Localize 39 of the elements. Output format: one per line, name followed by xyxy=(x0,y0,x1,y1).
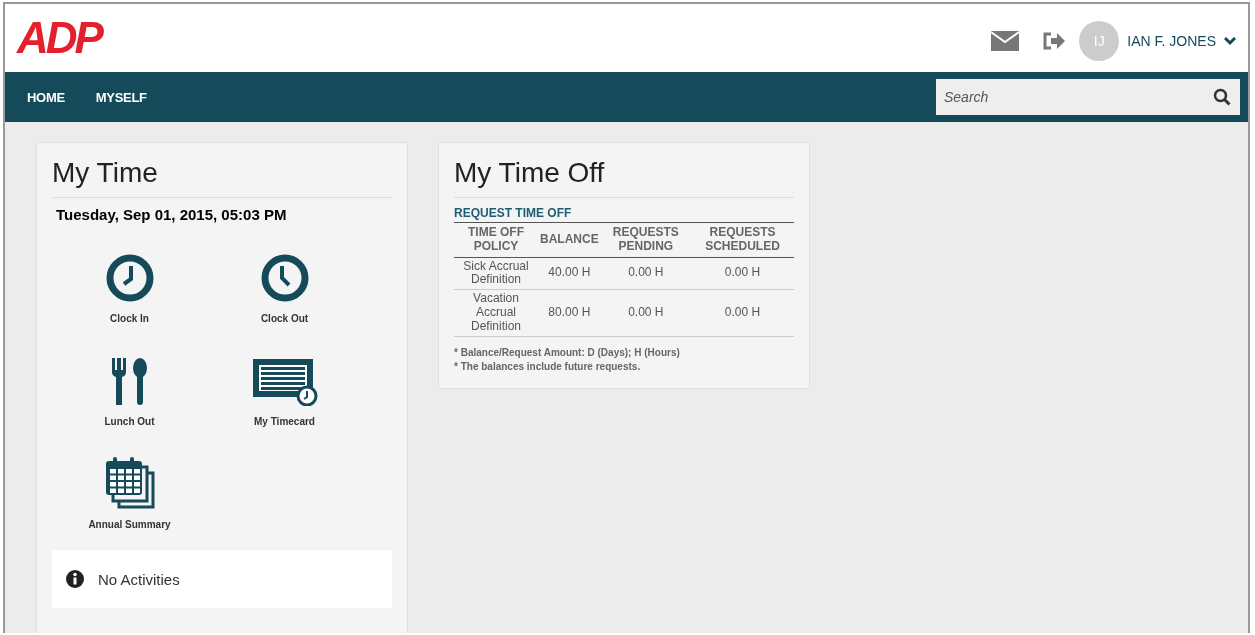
sign-out-icon[interactable] xyxy=(1043,32,1066,50)
table-cell: 0.00 H xyxy=(691,289,794,337)
nav-link[interactable]: MYSELF xyxy=(95,89,147,105)
nav-link[interactable]: HOME xyxy=(27,89,65,105)
table-cell: 0.00 H xyxy=(600,257,691,290)
fork-spoon-icon[interactable] xyxy=(109,356,150,406)
action-label[interactable]: Lunch Out xyxy=(104,416,155,427)
user-name[interactable]: IAN F. JONES xyxy=(1127,33,1216,49)
table-cell: 80.00 H xyxy=(538,289,601,337)
mail-icon[interactable] xyxy=(991,31,1020,51)
table-cell: Sick Accrual Definition xyxy=(454,257,538,290)
column-header: TIME OFF POLICY xyxy=(454,223,538,258)
action-label[interactable]: Clock Out xyxy=(260,313,309,324)
action-label[interactable]: Annual Summary xyxy=(88,519,171,530)
search-field[interactable]: Search xyxy=(936,79,1204,115)
clock-icon[interactable] xyxy=(104,253,155,303)
adp-logo[interactable]: ADP xyxy=(17,13,101,63)
card-title: My Time xyxy=(52,157,392,198)
column-header: REQUESTS PENDING xyxy=(600,223,691,258)
action-label[interactable]: Clock In xyxy=(110,313,149,324)
table-cell: Vacation Accrual Definition xyxy=(454,289,538,337)
column-header: BALANCE xyxy=(538,223,601,258)
chevron-down-icon[interactable] xyxy=(1224,36,1236,46)
action-label[interactable]: My Timecard xyxy=(254,416,315,427)
info-icon xyxy=(66,570,84,588)
timecard-icon[interactable] xyxy=(251,358,318,406)
table-cell: 0.00 H xyxy=(691,257,794,290)
column-header: REQUESTS SCHEDULED xyxy=(691,223,794,258)
card-title: My Time Off xyxy=(454,157,794,198)
footnote: * Balance/Request Amount: D (Days); H (Hours) xyxy=(454,346,681,358)
request-time-off-link[interactable]: REQUEST TIME OFF xyxy=(454,206,794,223)
footnote: * The balances include future requests. xyxy=(454,360,642,372)
clock-icon[interactable] xyxy=(259,253,310,303)
date-time: Tuesday, Sep 01, 2015, 05:03 PM xyxy=(56,206,288,223)
table-cell: 0.00 H xyxy=(600,289,691,337)
table-cell: 40.00 H xyxy=(538,257,601,290)
calendar-stack-icon[interactable] xyxy=(104,457,155,509)
notice-text: No Activities xyxy=(98,570,180,588)
search-icon[interactable] xyxy=(1204,79,1240,115)
